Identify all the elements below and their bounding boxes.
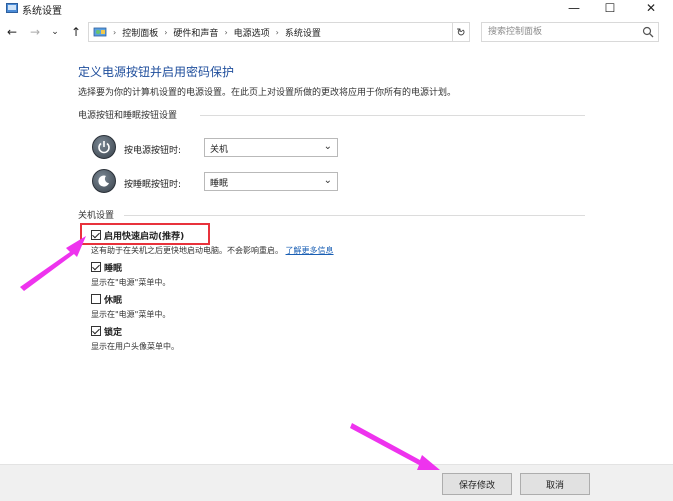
fast-startup-description-text: 这有助于在关机之后更快地启动电脑。不会影响重启。: [91, 246, 283, 255]
navigation-bar: ← → ⌄ ↑ › 控制面板 › 硬件和声音 › 电源选项 › 系统设置 ⌄ ↻: [0, 20, 673, 44]
refresh-button[interactable]: ↻: [452, 22, 470, 42]
back-button[interactable]: ←: [5, 24, 19, 40]
breadcrumb-separator: ›: [113, 27, 117, 37]
search-box[interactable]: [481, 22, 659, 42]
sleep-button-value: 睡眠: [210, 179, 229, 189]
control-panel-location-icon: [93, 27, 107, 37]
sleep-button-icon: [92, 169, 116, 193]
hibernate-description: 显示在"电源"菜单中。: [91, 310, 171, 319]
power-button-value: 关机: [210, 145, 229, 155]
recent-locations-button[interactable]: ⌄: [48, 24, 62, 40]
sleep-button-label: 按睡眠按钮时:: [124, 180, 182, 190]
maximize-button[interactable]: ☐: [591, 0, 629, 16]
search-icon[interactable]: [642, 26, 654, 38]
close-button[interactable]: ✕: [632, 0, 670, 16]
control-panel-icon: [6, 3, 18, 13]
power-button-icon: [92, 135, 116, 159]
section-divider: [200, 115, 585, 116]
section-divider: [124, 215, 585, 216]
chevron-down-icon: ⌄: [323, 141, 332, 152]
search-input[interactable]: [482, 23, 632, 41]
power-button-label: 按电源按钮时:: [124, 146, 182, 156]
page-title: 定义电源按钮并启用密码保护: [78, 65, 235, 79]
sleep-description: 显示在"电源"菜单中。: [91, 278, 171, 287]
sleep-label[interactable]: 睡眠: [104, 261, 122, 274]
title-bar: 系统设置 — ☐ ✕: [0, 0, 673, 17]
annotation-arrow-to-save-button: [350, 423, 440, 470]
sleep-button-select[interactable]: 睡眠 ⌄: [204, 172, 338, 191]
save-changes-button[interactable]: 保存修改: [442, 473, 512, 495]
breadcrumb-system-settings[interactable]: 系统设置: [285, 26, 321, 39]
fast-startup-description: 这有助于在关机之后更快地启动电脑。不会影响重启。 了解更多信息: [91, 245, 334, 256]
power-section-label: 电源按钮和睡眠按钮设置: [78, 111, 178, 121]
breadcrumb-separator: ›: [275, 27, 279, 37]
lock-checkbox[interactable]: [91, 326, 101, 336]
breadcrumb-control-panel[interactable]: 控制面板: [122, 26, 158, 39]
window-title: 系统设置: [22, 6, 62, 17]
forward-button[interactable]: →: [28, 24, 42, 40]
lock-description: 显示在用户头像菜单中。: [91, 342, 179, 351]
breadcrumb-hardware-sound[interactable]: 硬件和声音: [173, 26, 218, 39]
hibernate-label[interactable]: 休眠: [104, 293, 122, 306]
learn-more-link[interactable]: 了解更多信息: [286, 246, 334, 255]
page-description: 选择要为你的计算机设置的电源设置。在此页上对设置所做的更改将应用于你所有的电源计…: [78, 88, 457, 98]
shutdown-section-label: 关机设置: [78, 211, 115, 221]
hibernate-checkbox[interactable]: [91, 294, 101, 304]
breadcrumb-power-options[interactable]: 电源选项: [234, 26, 270, 39]
breadcrumb-separator: ›: [164, 27, 168, 37]
annotation-arrow-to-fast-startup: [20, 236, 86, 291]
lock-label[interactable]: 锁定: [104, 325, 122, 338]
sleep-checkbox[interactable]: [91, 262, 101, 272]
highlight-box: [80, 223, 210, 245]
up-button[interactable]: ↑: [69, 24, 83, 40]
minimize-button[interactable]: —: [555, 0, 593, 16]
power-button-select[interactable]: 关机 ⌄: [204, 138, 338, 157]
breadcrumb-separator: ›: [224, 27, 228, 37]
address-bar[interactable]: › 控制面板 › 硬件和声音 › 电源选项 › 系统设置 ⌄: [88, 22, 470, 42]
chevron-down-icon: ⌄: [323, 175, 332, 186]
cancel-button[interactable]: 取消: [520, 473, 590, 495]
